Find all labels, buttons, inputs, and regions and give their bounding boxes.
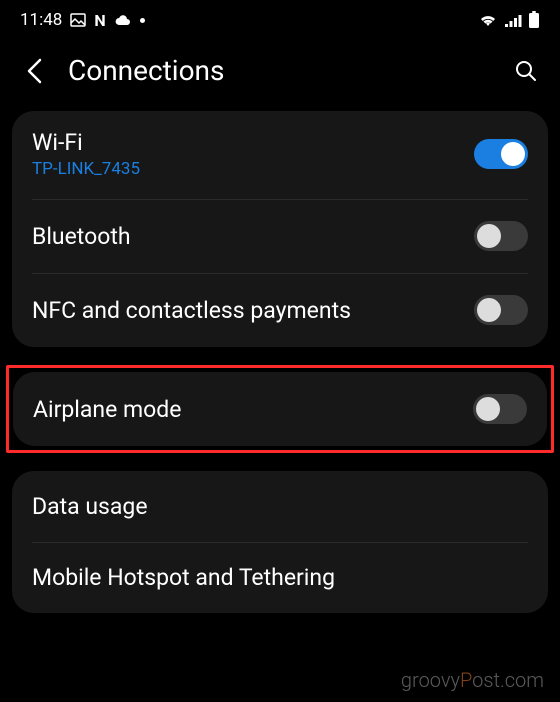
- status-bar-right: [478, 11, 540, 29]
- wifi-network: TP-LINK_7435: [32, 159, 474, 179]
- hotspot-title: Mobile Hotspot and Tethering: [32, 564, 528, 591]
- bluetooth-toggle[interactable]: [474, 221, 528, 251]
- data-usage-text: Data usage: [32, 493, 528, 520]
- connections-card-1: Wi-Fi TP-LINK_7435 Bluetooth NFC and con…: [12, 111, 548, 347]
- connections-card-3: Data usage Mobile Hotspot and Tethering: [12, 471, 548, 613]
- status-time: 11:48: [20, 10, 62, 30]
- page-header: Connections: [0, 36, 560, 111]
- wifi-text: Wi-Fi TP-LINK_7435: [32, 129, 474, 179]
- wifi-toggle[interactable]: [474, 139, 528, 169]
- connections-card-2: Airplane mode: [13, 372, 547, 446]
- bluetooth-title: Bluetooth: [32, 223, 474, 250]
- status-bar-left: 11:48 N: [20, 10, 145, 30]
- airplane-highlight: Airplane mode: [6, 365, 554, 453]
- wifi-icon: [478, 12, 498, 28]
- hotspot-row[interactable]: Mobile Hotspot and Tethering: [12, 542, 548, 613]
- bluetooth-text: Bluetooth: [32, 223, 474, 250]
- watermark-post: ost.com: [472, 668, 544, 692]
- image-icon: [70, 12, 86, 28]
- nfc-row[interactable]: NFC and contactless payments: [12, 273, 548, 347]
- airplane-title: Airplane mode: [33, 396, 473, 423]
- airplane-row[interactable]: Airplane mode: [13, 372, 547, 446]
- battery-icon: [528, 11, 540, 29]
- nfc-title: NFC and contactless payments: [32, 297, 474, 324]
- cloud-icon: [114, 13, 132, 27]
- watermark-accent: P: [460, 668, 472, 692]
- page-title: Connections: [68, 54, 492, 87]
- back-button[interactable]: [20, 57, 48, 85]
- data-usage-row[interactable]: Data usage: [12, 471, 548, 542]
- bluetooth-row[interactable]: Bluetooth: [12, 199, 548, 273]
- hotspot-text: Mobile Hotspot and Tethering: [32, 564, 528, 591]
- airplane-toggle[interactable]: [473, 394, 527, 424]
- search-button[interactable]: [512, 57, 540, 85]
- status-bar: 11:48 N: [0, 0, 560, 36]
- watermark: groovyPost.com: [401, 668, 544, 692]
- signal-icon: [504, 13, 522, 28]
- n-icon: N: [94, 11, 105, 30]
- data-usage-title: Data usage: [32, 493, 528, 520]
- wifi-row[interactable]: Wi-Fi TP-LINK_7435: [12, 111, 548, 199]
- airplane-text: Airplane mode: [33, 396, 473, 423]
- nfc-toggle[interactable]: [474, 295, 528, 325]
- nfc-text: NFC and contactless payments: [32, 297, 474, 324]
- dot-icon: [140, 18, 145, 23]
- wifi-title: Wi-Fi: [32, 129, 474, 156]
- watermark-pre: groovy: [401, 668, 460, 692]
